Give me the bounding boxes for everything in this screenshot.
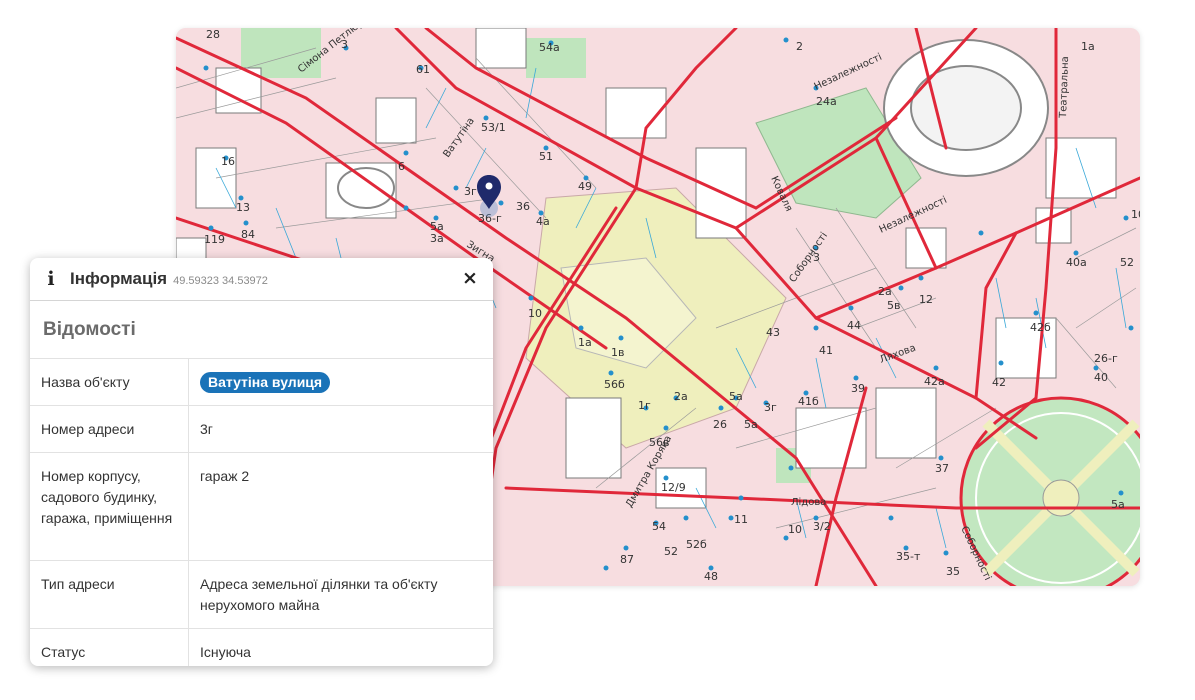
house-number: 41 [819, 344, 833, 357]
property-value: Адреса земельної ділянки та об'єкту неру… [188, 560, 493, 629]
property-name: Назва об'єкту [30, 359, 189, 406]
house-number: 6 [398, 160, 405, 173]
house-number: 36 [516, 200, 530, 213]
house-number: 42а [924, 375, 945, 388]
house-number: 87 [620, 553, 634, 566]
house-number: 10 [1131, 208, 1140, 221]
house-number: 40а [1066, 256, 1087, 269]
table-row: Тип адреси Адреса земельної ділянки та о… [30, 560, 493, 629]
street-label: Лідова [791, 496, 826, 508]
house-number: 12/9 [661, 481, 686, 494]
house-number: 10 [528, 307, 542, 320]
house-number: 10 [788, 523, 802, 536]
house-number: 11 [734, 513, 748, 526]
house-number: 61 [416, 63, 430, 76]
house-number: 26-г [1094, 352, 1118, 365]
property-name: Статус [30, 628, 189, 666]
house-number: 5а [744, 418, 758, 431]
house-number: 42б [1030, 321, 1051, 334]
house-number: 3/2 [813, 520, 831, 533]
property-name: Номер адреси [30, 405, 189, 453]
house-number: 3а [430, 232, 444, 245]
properties-table: Назва об'єкту Ватутіна вулиця Номер адре… [30, 359, 493, 666]
house-number: 5а [1111, 498, 1125, 511]
house-number: 56в [649, 436, 669, 449]
property-value: гараж 2 [188, 452, 493, 561]
house-number: 40 [1094, 371, 1108, 384]
house-number: 39 [851, 382, 865, 395]
house-number: 54 [652, 520, 666, 533]
house-number: 41б [798, 395, 819, 408]
property-value: Ватутіна вулиця [188, 359, 493, 406]
house-number: 49 [578, 180, 592, 193]
object-name-link[interactable]: Ватутіна вулиця [200, 372, 331, 393]
house-number: 42 [992, 376, 1006, 389]
house-number: 26 [713, 418, 727, 431]
house-number: 35 [946, 565, 960, 578]
house-number: 3г [764, 401, 777, 414]
property-name: Тип адреси [30, 560, 189, 629]
house-number: 52б [686, 538, 707, 551]
house-number: 24а [816, 95, 837, 108]
panel-header: i Інформація 49.59323 34.53972 × [30, 258, 493, 301]
house-number: 1а [578, 336, 592, 349]
house-number: 28 [206, 28, 220, 41]
house-number: 5а [729, 390, 743, 403]
house-number: 4а [536, 215, 550, 228]
house-number: 52 [1120, 256, 1134, 269]
house-number: 44 [847, 319, 861, 332]
table-row: Назва об'єкту Ватутіна вулиця [30, 359, 493, 406]
house-number: 1г [638, 399, 651, 412]
property-name: Номер корпусу, садового будинку, гаража,… [30, 452, 189, 561]
info-icon: i [47, 267, 55, 290]
house-number: 51 [539, 150, 553, 163]
house-number: 53/1 [481, 121, 506, 134]
section-title: Відомості [30, 301, 493, 359]
house-number: 2а [878, 285, 892, 298]
house-number: 13 [236, 201, 250, 214]
house-number: 37 [935, 462, 949, 475]
street-label: Театральна [1058, 56, 1071, 119]
house-number: 16 [221, 155, 235, 168]
house-number: 84 [241, 228, 255, 241]
house-number: 2 [796, 40, 803, 53]
house-number: 35-т [896, 550, 921, 563]
panel-title: Інформація [70, 269, 168, 288]
house-number: 119 [204, 233, 225, 246]
house-number: 5в [887, 299, 900, 312]
house-number: 1а [1081, 40, 1095, 53]
house-number: 1в [611, 346, 624, 359]
house-number: 3г [464, 185, 477, 198]
house-number: 2а [674, 390, 688, 403]
panel-coordinates: 49.59323 34.53972 [173, 275, 268, 287]
close-icon[interactable]: × [459, 267, 481, 289]
house-number: 43 [766, 326, 780, 339]
property-value: Існуюча [200, 644, 251, 660]
house-number: 12 [919, 293, 933, 306]
house-number: 3 [341, 38, 348, 51]
house-number: 56б [604, 378, 625, 391]
property-value: 3г [188, 405, 493, 453]
house-number: 48 [704, 570, 718, 583]
house-number: 52 [664, 545, 678, 558]
house-number: 54а [539, 41, 560, 54]
map-pin-icon[interactable] [477, 175, 501, 217]
table-row: Номер адреси 3г [30, 405, 493, 453]
table-row: Номер корпусу, садового будинку, гаража,… [30, 452, 493, 561]
house-number: 3 [813, 251, 820, 264]
table-row: Статус Існуюча [30, 628, 493, 666]
info-panel: i Інформація 49.59323 34.53972 × Відомос… [30, 258, 493, 666]
